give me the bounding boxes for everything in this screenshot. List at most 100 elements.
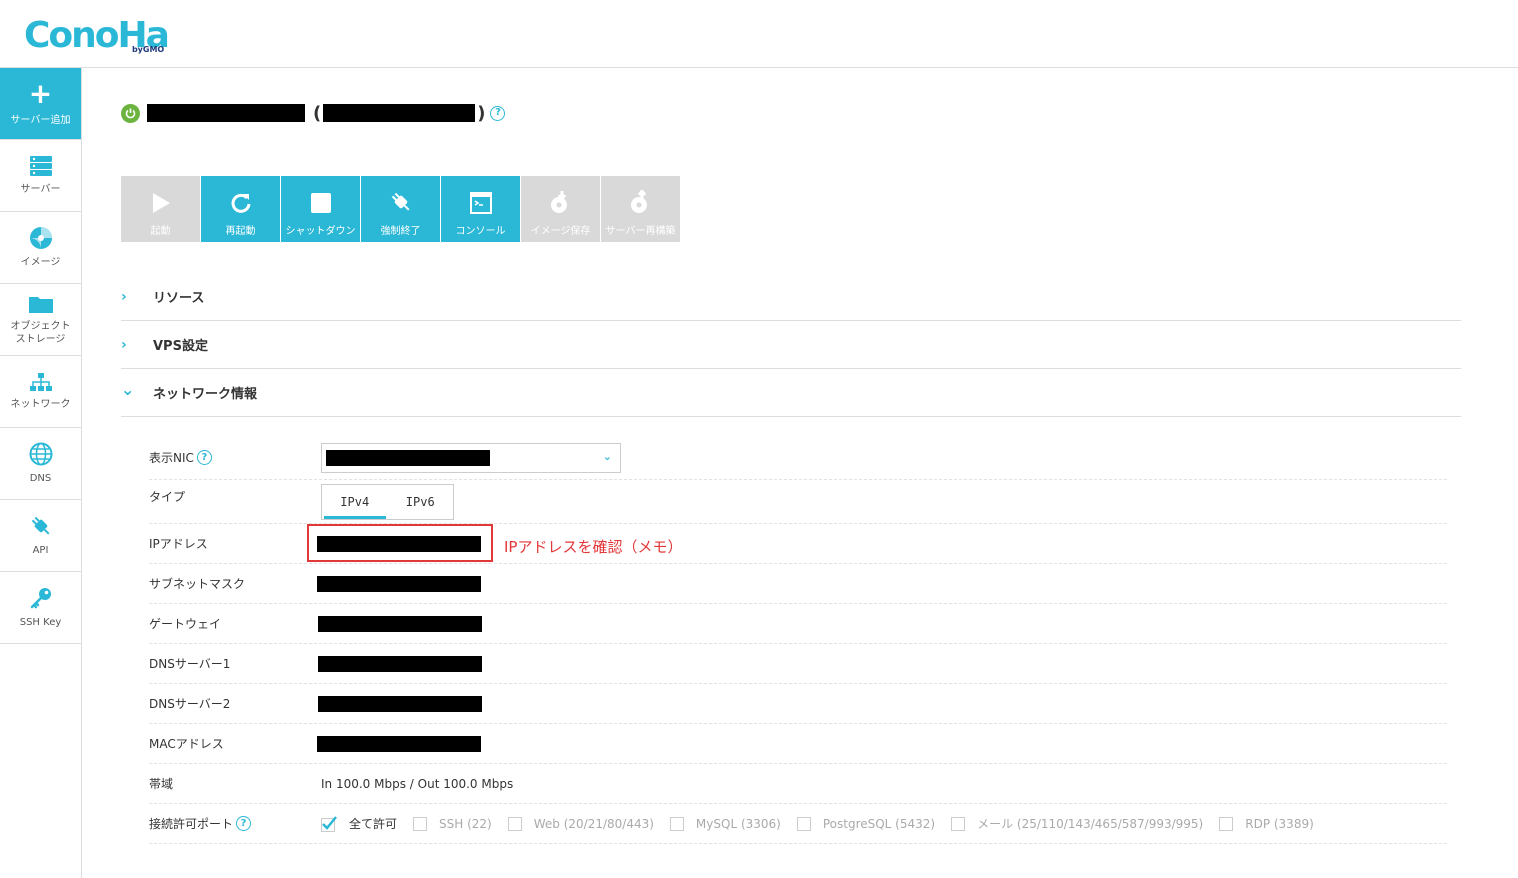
check-icon (321, 815, 337, 832)
sidebar-item-label: サーバー (20, 184, 61, 195)
shutdown-button[interactable]: シャットダウン (281, 176, 360, 242)
tool-label: 強制終了 (380, 226, 421, 237)
checkbox-icon (507, 816, 522, 831)
server-toolbar: 起動 再起動 シャットダウン 強制終了 コンソール イメージ保存 サーバー再構築 (121, 176, 681, 242)
sidebar-item-label: DNS (29, 473, 52, 484)
row-value (317, 615, 482, 632)
type-label: タイプ (149, 490, 186, 504)
chevron-right-icon: › (121, 288, 127, 305)
sidebar-item-server[interactable]: サーバー (0, 140, 81, 212)
server-id-redacted (323, 104, 476, 122)
row-allowed-ports: 接続許可ポート ? 全て許可 SSH (22) Web (20/21/80/44… (149, 804, 1447, 844)
tool-label: シャットダウン (285, 226, 356, 237)
tab-ipv6[interactable]: IPv6 (388, 485, 454, 519)
console-button[interactable]: コンソール (441, 176, 520, 242)
ip-note-annotation: IPアドレスを確認（メモ） (504, 538, 683, 556)
nic-value-redacted (326, 449, 490, 466)
dns1-value-redacted (318, 655, 482, 672)
ip-version-tabs: IPv4 IPv6 (321, 483, 454, 520)
help-icon[interactable]: ? (196, 450, 212, 465)
row-dns1: DNSサーバー1 (149, 644, 1447, 684)
force-stop-button[interactable]: 強制終了 (361, 176, 440, 242)
port-label: 全て許可 (349, 817, 398, 831)
server-icon (29, 156, 52, 176)
sidebar-item-dns[interactable]: DNS (0, 428, 81, 500)
ip-label: IPアドレス (149, 537, 208, 551)
subnet-value-redacted (317, 575, 481, 592)
row-value: IPv4 IPv6 (321, 483, 454, 520)
port-mysql-checkbox[interactable]: MySQL (3306) (669, 816, 781, 831)
ports-label: 接続許可ポート (149, 817, 234, 831)
stop-icon (310, 193, 331, 213)
rebuild-server-button[interactable]: サーバー再構築 (601, 176, 680, 242)
sidebar-item-network[interactable]: ネットワーク (0, 356, 81, 428)
row-bandwidth: 帯域 In 100.0 Mbps / Out 100.0 Mbps (149, 764, 1447, 804)
save-image-button[interactable]: イメージ保存 (521, 176, 600, 242)
sidebar-item-object-storage[interactable]: オブジェクト ストレージ (0, 284, 81, 356)
logo-sub-text: byGMO (131, 45, 165, 54)
network-icon (29, 373, 52, 391)
section-title: VPS設定 (153, 339, 208, 354)
help-icon[interactable]: ? (236, 816, 252, 831)
row-mac-address: MACアドレス (149, 724, 1447, 764)
unplug-icon (391, 192, 409, 211)
help-icon[interactable]: ? (490, 105, 506, 121)
row-value (317, 655, 482, 672)
row-type: タイプ IPv4 IPv6 (149, 480, 1447, 524)
port-rdp-checkbox[interactable]: RDP (3389) (1219, 816, 1314, 831)
server-title: ( ) ? (121, 102, 506, 124)
gateway-label: ゲートウェイ (149, 617, 222, 631)
row-value (317, 575, 481, 592)
port-postgresql-checkbox[interactable]: PostgreSQL (5432) (796, 816, 935, 831)
port-label: MySQL (3306) (695, 816, 781, 831)
row-dns2: DNSサーバー2 (149, 684, 1447, 724)
dns1-label: DNSサーバー1 (149, 657, 231, 671)
rebuild-icon (630, 190, 647, 213)
plug-icon (31, 516, 49, 535)
ports-list: 全て許可 SSH (22) Web (20/21/80/443) MySQL (… (321, 815, 1330, 832)
sidebar-item-label: SSH Key (19, 617, 62, 628)
checkbox-icon (669, 816, 684, 831)
tool-label: 再起動 (225, 226, 256, 237)
title-paren-close: ) (477, 102, 486, 124)
title-paren-open: ( (313, 102, 322, 124)
play-icon (152, 193, 170, 213)
plus-icon: + (28, 77, 53, 110)
sidebar-item-ssh-key[interactable]: SSH Key (0, 572, 81, 644)
section-vps-settings[interactable]: › VPS設定 (121, 321, 1461, 369)
row-label: 接続許可ポート ? (149, 815, 317, 832)
row-display-nic: 表示NIC ? ⌄ (149, 436, 1447, 480)
chevron-right-icon: › (121, 336, 127, 353)
port-mail-checkbox[interactable]: メール (25/110/143/465/587/993/995) (951, 815, 1203, 832)
port-label: メール (25/110/143/465/587/993/995) (977, 817, 1204, 831)
nic-select[interactable]: ⌄ (321, 442, 621, 473)
sidebar-add-label: サーバー追加 (10, 115, 71, 126)
row-label: 表示NIC ? (149, 449, 317, 466)
gateway-value-redacted (318, 615, 482, 632)
power-icon[interactable] (121, 103, 140, 123)
port-web-checkbox[interactable]: Web (20/21/80/443) (507, 816, 654, 831)
section-resources[interactable]: › リソース (121, 273, 1461, 321)
port-ssh-checkbox[interactable]: SSH (22) (413, 816, 492, 831)
checkbox-icon (796, 816, 811, 831)
row-gateway: ゲートウェイ (149, 604, 1447, 644)
sidebar-item-label: イメージ (20, 257, 61, 268)
sidebar-item-api[interactable]: API (0, 500, 81, 572)
restart-button[interactable]: 再起動 (201, 176, 280, 242)
mac-label: MACアドレス (149, 737, 224, 751)
disc-icon (29, 227, 52, 249)
sidebar-item-image[interactable]: イメージ (0, 212, 81, 284)
sidebar-add-server-button[interactable]: + サーバー追加 (0, 68, 81, 140)
dns2-label: DNSサーバー2 (149, 697, 231, 711)
tab-ipv4[interactable]: IPv4 (322, 485, 388, 519)
save-image-icon (550, 191, 567, 213)
sidebar: + サーバー追加 サーバー イメージ オブジェクト ストレージ ネットワーク D… (0, 68, 82, 878)
row-value (317, 695, 482, 712)
ip-highlight-box (307, 524, 493, 562)
conoha-logo[interactable]: ConoHa byGMO (24, 12, 170, 56)
mac-value-redacted (317, 735, 481, 752)
port-all-checkbox[interactable]: 全て許可 (321, 815, 397, 832)
section-network-info[interactable]: ⌄ ネットワーク情報 (121, 369, 1461, 417)
start-button[interactable]: 起動 (121, 176, 200, 242)
subnet-label: サブネットマスク (149, 577, 246, 591)
